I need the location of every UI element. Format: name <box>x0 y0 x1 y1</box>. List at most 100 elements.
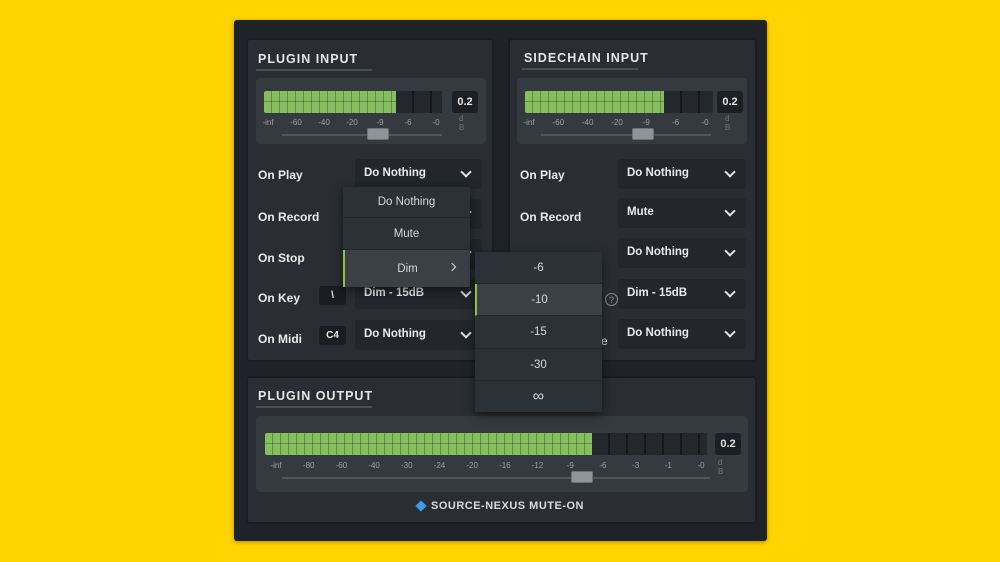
sidechain-input-gain-track[interactable] <box>541 134 711 136</box>
sidechain-on-record-dropdown[interactable]: Mute <box>618 198 746 228</box>
sidechain-input-level-bar <box>525 91 713 113</box>
plugin-output-gain-track[interactable] <box>282 477 710 479</box>
scale-tick-label: -20 <box>466 461 478 470</box>
dropdown-value: Dim - 15dB <box>364 287 425 299</box>
dropdown-value: Do Nothing <box>364 328 426 340</box>
scale-tick-label: -inf <box>523 118 535 127</box>
plugin-input-db-unit: dB <box>459 114 465 132</box>
plugin-input-meter: 0.2 -inf -60 -40 -20 -9 -6 -0 dB <box>256 78 486 144</box>
dropdown-value: Dim - 15dB <box>627 287 688 299</box>
chevron-down-icon <box>724 245 736 257</box>
plugin-output-level-value: 0.2 <box>715 433 741 455</box>
plugin-input-scale: -inf -60 -40 -20 -9 -6 -0 <box>256 118 486 128</box>
scale-tick-label: -1 <box>664 461 672 470</box>
dropdown-value: Mute <box>627 206 654 218</box>
chevron-down-icon <box>724 326 736 338</box>
chevron-down-icon <box>460 327 472 339</box>
footer: SOURCE-NEXUS MUTE-ON <box>234 500 767 512</box>
scale-tick-label: -40 <box>581 118 594 127</box>
menu-item-label: Mute <box>393 227 420 240</box>
plugin-input-on-midi-dropdown[interactable]: Do Nothing <box>355 320 482 350</box>
scale-tick-label: -9 <box>642 118 650 127</box>
plugin-input-on-play-dropdown[interactable]: Do Nothing <box>355 159 482 189</box>
plugin-input-on-key-label: On Key <box>258 291 301 305</box>
scale-tick-label: -inf <box>262 118 274 127</box>
submenu-item-10[interactable]: -10 <box>475 284 602 316</box>
sidechain-on-play-dropdown[interactable]: Do Nothing <box>618 159 746 189</box>
menu-item-dim[interactable]: Dim <box>343 250 470 287</box>
plugin-output-db-unit: dB <box>718 458 724 476</box>
menu-item-do-nothing[interactable]: Do Nothing <box>343 187 470 218</box>
plugin-output-meter: 0.2 -inf -80 -60 -40 -30 -24 -20 -16 -12 -9 -6 -3 -1… <box>256 416 748 492</box>
plugin-input-gain-track[interactable] <box>282 134 442 136</box>
plugin-input-on-record-label: On Record <box>258 210 320 224</box>
plugin-input-gain-knob[interactable] <box>367 128 389 140</box>
submenu-item-label: -6 <box>533 261 544 274</box>
plugin-output-level-empty <box>592 433 707 455</box>
plugin-input-level-empty <box>395 91 442 113</box>
menu-item-label: Do Nothing <box>377 196 436 208</box>
scale-tick-label: -30 <box>400 461 413 470</box>
dropdown-value: Do Nothing <box>364 167 426 179</box>
plugin-input-level-bar <box>264 91 442 113</box>
chevron-down-icon <box>724 166 736 178</box>
plugin-output-level-fill <box>265 433 593 455</box>
sidechain-input-level-fill <box>525 91 665 113</box>
plugin-output-title: PLUGIN OUTPUT <box>258 389 374 403</box>
scale-tick-label: -20 <box>611 118 623 127</box>
plugin-output-gain-knob[interactable] <box>570 471 593 483</box>
sidechain-on-midi-dropdown[interactable]: Do Nothing <box>618 319 746 349</box>
chevron-right-icon <box>447 262 457 272</box>
plugin-input-title: PLUGIN INPUT <box>258 52 359 66</box>
diamond-icon <box>415 500 427 512</box>
plugin-input-title-underline <box>256 69 372 71</box>
scale-tick-label: -60 <box>552 118 565 127</box>
chevron-down-icon <box>724 286 736 298</box>
sidechain-partial-label: e <box>601 334 608 348</box>
menu-item-label: Dim <box>397 262 418 275</box>
sidechain-input-meter: 0.2 -inf -60 -40 -20 -9 -6 -0 dB <box>517 78 747 144</box>
sidechain-input-gain-knob[interactable] <box>632 128 654 140</box>
help-icon[interactable]: ? <box>605 293 618 306</box>
scale-tick-label: -80 <box>302 461 315 470</box>
scale-tick-label: -9 <box>376 118 384 127</box>
submenu-item-label: -30 <box>530 358 547 371</box>
scale-tick-label: -3 <box>632 461 640 470</box>
submenu-item-label: -10 <box>531 293 548 306</box>
dropdown-value: Do Nothing <box>627 246 689 258</box>
submenu-item-label: ∞ <box>532 387 545 405</box>
chevron-down-icon <box>724 205 736 217</box>
chevron-down-icon <box>460 286 472 298</box>
plugin-output-title-underline <box>256 406 372 408</box>
sidechain-on-play-label: On Play <box>520 168 565 182</box>
scale-tick-label: -40 <box>318 118 330 127</box>
scale-tick-label: -40 <box>368 461 380 470</box>
plugin-window: PLUGIN INPUT 0.2 -inf -60 -40 -20 -9 -6 -0 dB … <box>234 20 767 541</box>
plugin-output-level-bar <box>265 433 707 455</box>
scale-tick-label: -16 <box>499 461 511 470</box>
plugin-input-on-midi-label: On Midi <box>258 332 302 346</box>
sidechain-input-level-value: 0.2 <box>717 91 743 113</box>
plugin-output-scale: -inf -80 -60 -40 -30 -24 -20 -16 -12 -9 -6 -3 -1 -0 <box>256 461 748 471</box>
submenu-item-30[interactable]: -30 <box>475 349 602 381</box>
plugin-input-on-stop-label: On Stop <box>258 251 305 265</box>
plugin-input-level-fill <box>264 91 396 113</box>
dropdown-value: Do Nothing <box>627 167 689 179</box>
scale-tick-label: -6 <box>599 461 607 470</box>
menu-item-mute[interactable]: Mute <box>343 218 470 250</box>
sidechain-input-title-underline <box>522 68 638 70</box>
sidechain-on-key-dropdown[interactable]: Dim - 15dB <box>618 279 746 309</box>
plugin-input-key-binding[interactable]: \ <box>319 286 346 305</box>
scale-tick-label: -0 <box>697 461 705 470</box>
sidechain-on-stop-dropdown[interactable]: Do Nothing <box>618 238 746 268</box>
plugin-input-level-value: 0.2 <box>452 91 478 113</box>
plugin-input-midi-binding[interactable]: C4 <box>319 326 346 345</box>
scale-tick-label: -6 <box>404 118 412 127</box>
submenu-item-infinity[interactable]: ∞ <box>475 381 602 412</box>
submenu-item-6[interactable]: -6 <box>475 252 602 284</box>
sidechain-input-level-empty <box>664 91 713 113</box>
scale-tick-label: -60 <box>335 461 348 470</box>
scale-tick-label: -20 <box>346 118 358 127</box>
plugin-input-on-play-label: On Play <box>258 168 303 182</box>
submenu-item-15[interactable]: -15 <box>475 316 602 349</box>
